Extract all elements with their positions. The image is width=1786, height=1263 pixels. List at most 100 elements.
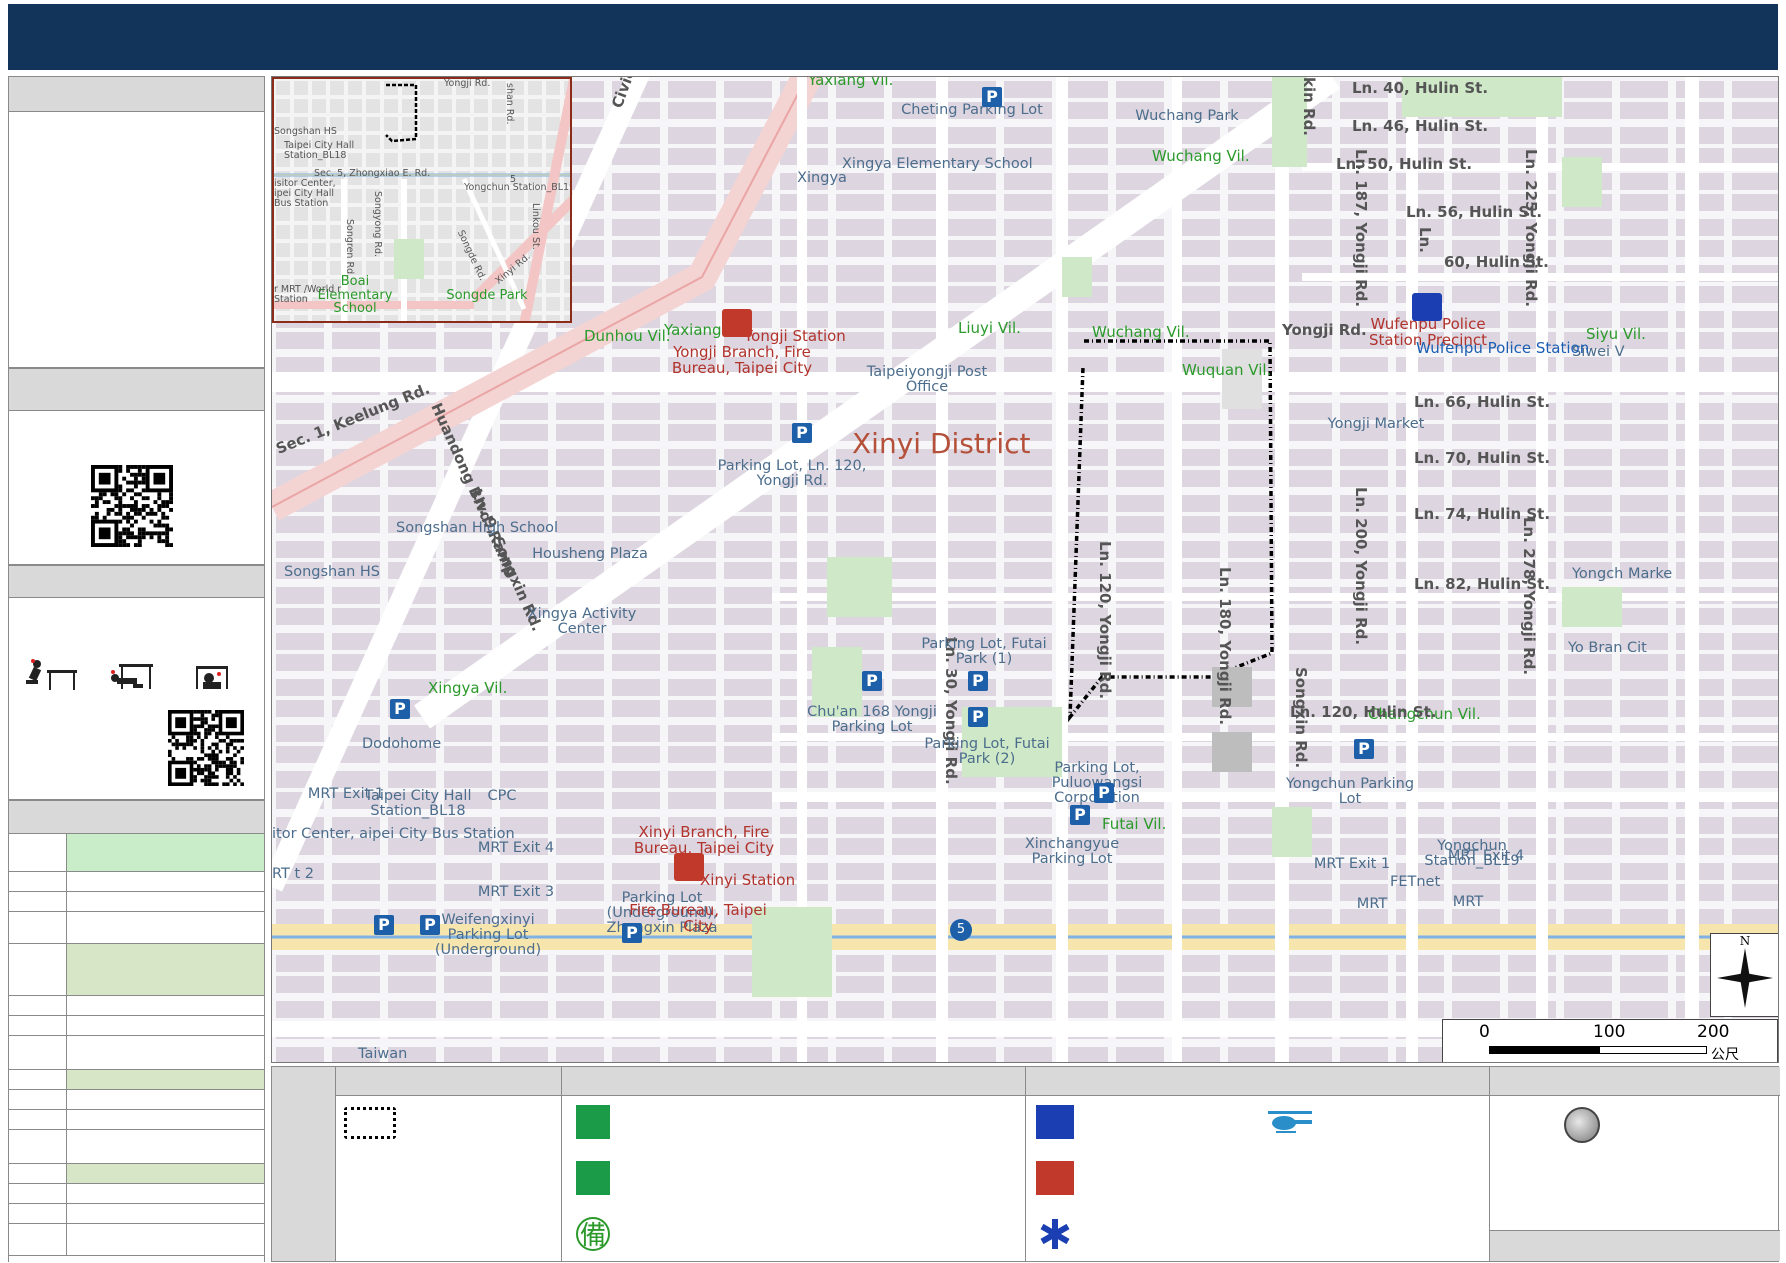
parking-icon[interactable]: P xyxy=(1354,739,1374,759)
inset-label: shan Rd. xyxy=(504,83,515,125)
route-badge: 5 xyxy=(950,919,972,941)
main-map[interactable]: Yongji Rd. shan Rd. Songshan HS Taipei City… xyxy=(271,76,1779,1063)
parking-icon[interactable]: P xyxy=(968,671,988,691)
street-label: Ln. xyxy=(1416,227,1434,253)
left-panel-info xyxy=(8,76,265,368)
parking-icon[interactable]: P xyxy=(862,671,882,691)
title-bar xyxy=(8,4,1778,70)
fire-label: Xinyi Branch, Fire Bureau, Taipei City xyxy=(633,823,775,857)
parking-icon[interactable]: P xyxy=(1070,805,1090,825)
village-label: Yaxiang Vil. xyxy=(808,76,894,89)
parking-icon[interactable]: P xyxy=(420,915,440,935)
inset-label: r MRT /World r Station xyxy=(274,284,342,305)
fire-label: Yongji Branch, Fire Bureau, Taipei City xyxy=(671,343,813,377)
helicopter-icon xyxy=(1266,1105,1314,1139)
poi-label: Yo Bran Cit xyxy=(1568,640,1647,656)
table-row xyxy=(9,944,264,996)
parking-icon[interactable]: P xyxy=(1094,783,1114,803)
poi-label: Dodohome xyxy=(362,736,442,752)
parking-icon[interactable]: P xyxy=(374,915,394,935)
district-label: Xinyi District xyxy=(852,427,1031,460)
inset-label: 5 xyxy=(510,174,517,185)
legend-panel: 備 xyxy=(271,1066,1780,1262)
fire-label: Xinyi Station xyxy=(700,871,796,889)
table-row xyxy=(9,834,264,872)
street-label: Ln. 278, Yongji Rd. xyxy=(1520,517,1538,676)
scale-unit: 公尺 xyxy=(1711,1047,1739,1063)
parking-icon[interactable]: P xyxy=(982,87,1002,107)
poi-label: Wuchang Park xyxy=(1135,108,1239,124)
cover-head-icon xyxy=(193,658,233,692)
table-row xyxy=(9,1036,264,1070)
left-panel-safety xyxy=(8,565,265,800)
parking-icon[interactable]: P xyxy=(622,923,642,943)
parking-icon[interactable]: P xyxy=(390,699,410,719)
table-row xyxy=(9,1090,264,1110)
inset-label: Songren Rd. xyxy=(344,219,355,278)
poi-label: FETnet xyxy=(1390,874,1441,890)
scale-label: 0 xyxy=(1479,1022,1490,1042)
fire-icon[interactable] xyxy=(674,853,704,881)
parking-icon[interactable]: P xyxy=(968,707,988,727)
inset-map[interactable]: Yongji Rd. shan Rd. Songshan HS Taipei City… xyxy=(272,77,572,323)
medical-icon xyxy=(1038,1217,1072,1251)
village-label: Dunhou Vil. xyxy=(584,327,671,345)
poi-label: Housheng Plaza xyxy=(532,546,648,562)
evacuation-park-icon xyxy=(576,1161,610,1195)
poi-label: Taipei City Hall Station_BL18 xyxy=(364,788,472,820)
poi-label: Yongchun Parking Lot xyxy=(1285,776,1415,808)
poi-label: Xinchangyue Parking Lot xyxy=(1024,836,1120,868)
inset-label: Songyong Rd. xyxy=(372,191,383,258)
table-row xyxy=(9,996,264,1016)
table-row xyxy=(9,872,264,892)
qr-code-icon[interactable] xyxy=(168,710,244,786)
village-label: Liuyi Vil. xyxy=(958,319,1021,337)
scale-label: 100 xyxy=(1593,1022,1626,1042)
poi-label: Xingya xyxy=(797,170,847,186)
poi-label: Songshan High School xyxy=(396,520,558,536)
fire-label: Fire Bureau, Taipei City xyxy=(629,901,767,935)
shelter-icon xyxy=(576,1105,610,1139)
inset-label: Yongchun Station_BL19 xyxy=(464,182,572,193)
police-icon xyxy=(1036,1105,1074,1139)
table-row xyxy=(9,1204,264,1224)
inset-label: isitor Center, ipei City Hall Bus Statio… xyxy=(274,178,336,209)
scale-label: 200 xyxy=(1697,1022,1730,1042)
table-row xyxy=(9,1164,264,1184)
police-label: Wufenpu Police Station Precinct xyxy=(1369,315,1487,349)
inset-label: Songshan HS xyxy=(274,126,337,137)
poi-label: CPC xyxy=(487,788,517,804)
poi-label: itor Center, aipei City Bus Station xyxy=(272,826,515,842)
street-label: Ln. 120, Yongji Rd. xyxy=(1096,541,1114,700)
poi-label: MRT Exit 4 xyxy=(477,840,555,856)
compass-icon xyxy=(1717,948,1773,1008)
street-label: Ln. 40, Hulin St. xyxy=(1352,79,1489,97)
table-row xyxy=(9,1110,264,1130)
poi-label: Yongji Market xyxy=(1327,416,1425,432)
village-label: Futai Vil. xyxy=(1102,815,1167,833)
left-panel-table xyxy=(8,800,265,1262)
poi-label: MRT Exit 3 xyxy=(477,884,555,900)
qr-code-icon[interactable] xyxy=(91,465,173,547)
inset-label: Yongji Rd. xyxy=(444,78,491,89)
inset-label: Linkou St. xyxy=(530,203,541,250)
parking-icon[interactable]: P xyxy=(792,423,812,443)
fire-icon[interactable] xyxy=(722,309,752,337)
poi-label: RT t 2 xyxy=(272,866,315,882)
street-label: Ln. 120, Hulin St. xyxy=(1290,703,1437,721)
village-label: Wuchang Vil. xyxy=(1092,323,1190,341)
poi-label: MRT Exit 4 xyxy=(1447,848,1525,864)
police-icon[interactable] xyxy=(1412,293,1442,321)
table-row xyxy=(9,1130,264,1164)
table-row xyxy=(9,1184,264,1204)
left-panel-qr xyxy=(8,368,265,565)
village-label: Wuquan Vil. xyxy=(1182,361,1272,379)
crawl-under-table-icon xyxy=(105,658,165,692)
fire-icon xyxy=(1036,1161,1074,1195)
table-row xyxy=(9,1070,264,1090)
poi-label: MRT Exit 1 xyxy=(1313,856,1391,872)
street-label: Ln. 187, Yongji Rd. xyxy=(1352,149,1370,308)
street-label: Ln. 70, Hulin St. xyxy=(1414,449,1551,467)
street-label: Ln. 180, Yongji Rd. xyxy=(1216,567,1234,726)
poi-label: Songshan HS xyxy=(284,564,381,580)
